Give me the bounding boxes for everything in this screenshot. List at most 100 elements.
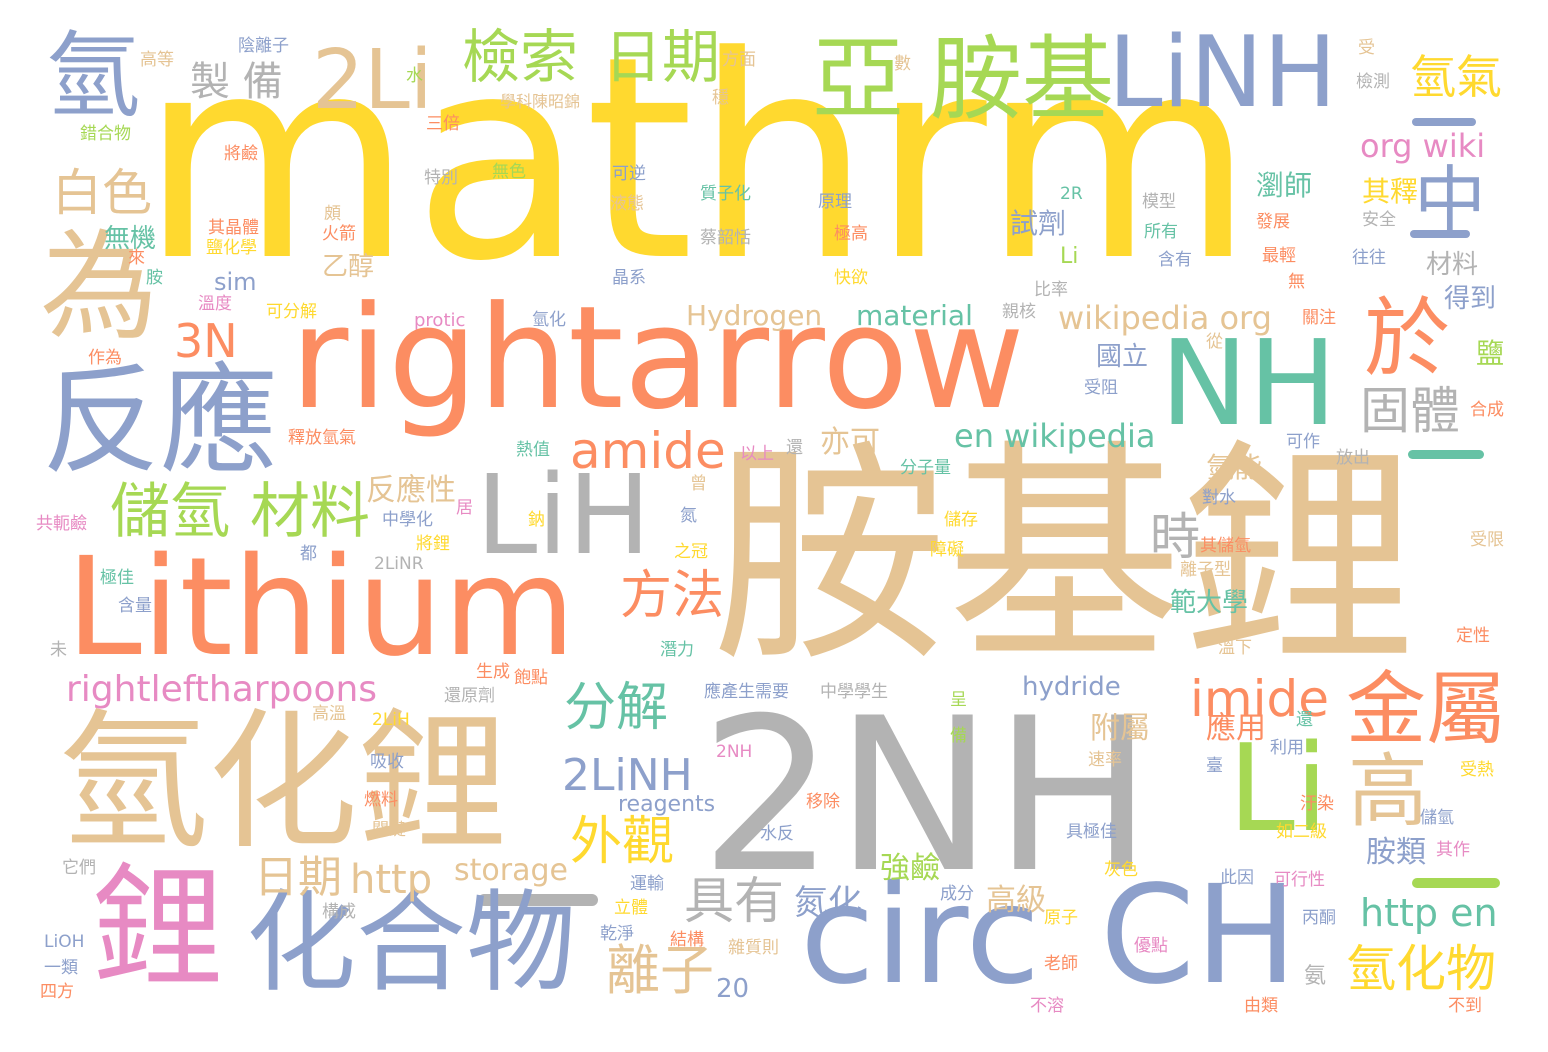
word-small: 速率 bbox=[1088, 750, 1122, 770]
word-qing-neng: 氫能 bbox=[1206, 451, 1263, 484]
word-small: 氨 bbox=[1304, 964, 1327, 989]
word-small: 離子型 bbox=[1180, 560, 1231, 580]
word-small: 往往 bbox=[1352, 248, 1386, 268]
word-rightleftharpoons: rightleftharpoons bbox=[66, 669, 378, 710]
word-fan-da-xue: 範大學 bbox=[1170, 588, 1249, 618]
word-small: 雜質則 bbox=[728, 938, 779, 958]
word-http-en: http en bbox=[1360, 891, 1498, 935]
word-small: 不到 bbox=[1448, 996, 1482, 1016]
word-small: 鈉 bbox=[528, 510, 545, 530]
word-small: Li bbox=[1060, 244, 1079, 269]
word-small: 四方 bbox=[40, 982, 74, 1002]
word-dan-hua: 氮化 bbox=[794, 883, 862, 923]
word-small: 可分解 bbox=[266, 302, 317, 322]
word-small: 液態 bbox=[610, 194, 644, 214]
word-small: 其儲氫 bbox=[1200, 536, 1251, 556]
word-small: 來 bbox=[128, 248, 145, 268]
word-small: 構成 bbox=[322, 902, 356, 922]
word-qing-hua-li: 氫化鋰 bbox=[58, 696, 509, 870]
word-small: 備 bbox=[950, 726, 967, 746]
word-gao-ji: 高級 bbox=[986, 883, 1046, 918]
word-small: 放出 bbox=[1336, 448, 1370, 468]
word-li-char: 鋰 bbox=[92, 851, 224, 1005]
word-linh: LiNH bbox=[1108, 16, 1337, 130]
word-small: 作為 bbox=[88, 348, 122, 368]
word-small: 火箭 bbox=[322, 224, 356, 244]
word-small: 晶系 bbox=[612, 268, 646, 288]
word-small: 移除 bbox=[806, 792, 840, 812]
word-cai-liao-2: 材料 bbox=[1426, 250, 1479, 280]
word-small: 檢測 bbox=[1356, 72, 1390, 92]
word-small: 一類 bbox=[44, 958, 78, 978]
word-small: 受熱 bbox=[1460, 760, 1494, 780]
word-de-dao: 得到 bbox=[1444, 284, 1497, 314]
word-yi-ke: 亦可 bbox=[820, 425, 880, 460]
word-small: 從 bbox=[1206, 332, 1223, 352]
word-org-wiki: org wiki bbox=[1360, 127, 1486, 165]
word-small: 頗 bbox=[324, 204, 341, 224]
word-an-lei: 胺類 bbox=[1366, 835, 1426, 870]
word-small: 無色 bbox=[492, 162, 526, 182]
underscore-bar bbox=[1412, 878, 1500, 888]
word-qing-qi: 氫氣 bbox=[1410, 50, 1502, 104]
word-fang-fa: 方法 bbox=[620, 566, 725, 626]
word-small: 如二級 bbox=[1276, 822, 1327, 842]
word-hu-ji-li: 胺基鋰 bbox=[712, 421, 1417, 694]
word-small: 方面 bbox=[722, 50, 756, 70]
word-small: 其晶體 bbox=[208, 218, 259, 238]
word-http: http bbox=[350, 857, 433, 903]
word-small: 臺 bbox=[1206, 756, 1223, 776]
word-ri-qi: 日期 bbox=[604, 23, 721, 91]
word-small: 最輕 bbox=[1262, 246, 1296, 266]
word-small: 呈 bbox=[950, 690, 967, 710]
word-small: 成分 bbox=[940, 884, 974, 904]
word-shi: 時 bbox=[1150, 508, 1200, 566]
word-small: 將鹼 bbox=[224, 144, 258, 164]
word-jin-shu: 金屬 bbox=[1346, 663, 1506, 756]
word-small: 燃料 bbox=[364, 790, 398, 810]
underscore-bar bbox=[1412, 118, 1476, 126]
word-shi-ji: 試劑 bbox=[1010, 207, 1067, 240]
word-small: 發展 bbox=[1256, 212, 1290, 232]
word-li-zi: 離子 bbox=[606, 939, 714, 1002]
word-small: 運輸 bbox=[630, 874, 664, 894]
word-small: 可逆 bbox=[612, 164, 646, 184]
word-small: 水反 bbox=[760, 824, 794, 844]
word-qi-shi: 其釋 bbox=[1362, 175, 1419, 208]
word-small: 胺 bbox=[146, 268, 163, 288]
word-small: 曾 bbox=[690, 474, 707, 494]
word-small: 汙染 bbox=[1300, 794, 1334, 814]
word-ri-qi-2: 日期 bbox=[254, 852, 342, 903]
word-liu-shi: 瀏師 bbox=[1256, 169, 1313, 202]
word-small: 障礙 bbox=[930, 540, 964, 560]
word-yan: 鹽 bbox=[1476, 337, 1505, 370]
word-an-ji: 胺基 bbox=[930, 26, 1115, 133]
word-small: 受阻 bbox=[1084, 378, 1118, 398]
word-reagents: reagents bbox=[618, 792, 716, 817]
underscore-bar bbox=[1408, 450, 1484, 459]
word-small: 無 bbox=[1288, 272, 1305, 292]
word-small: 由類 bbox=[1244, 996, 1278, 1016]
word-small: 特別 bbox=[424, 168, 458, 188]
word-small: 熱值 bbox=[516, 440, 550, 460]
word-small: 數 bbox=[894, 54, 911, 74]
word-small: 具極佳 bbox=[1066, 822, 1117, 842]
word-small: 還 bbox=[786, 438, 803, 458]
word-small: 合成 bbox=[1470, 400, 1504, 420]
word-small: 陰離子 bbox=[238, 36, 289, 56]
word-small: 它們 bbox=[62, 858, 96, 878]
word-small: 蔡韶恬 bbox=[700, 228, 751, 248]
word-small: 高溫 bbox=[312, 704, 346, 724]
word-guo-li: 國立 bbox=[1096, 342, 1149, 372]
word-hydride: hydride bbox=[1022, 672, 1121, 702]
word-small: 將鋰 bbox=[416, 534, 450, 554]
word-small: 三倍 bbox=[426, 114, 460, 134]
word-small: 未 bbox=[50, 640, 67, 660]
word-small: 受限 bbox=[1470, 530, 1504, 550]
word-cai-liao: 材料 bbox=[250, 477, 370, 547]
word-small: 2LiH bbox=[372, 710, 410, 730]
word-small: 潛力 bbox=[660, 640, 694, 660]
word-small: 穩 bbox=[712, 88, 729, 108]
word-small: 都 bbox=[300, 544, 317, 564]
word-small: 應產生需要 bbox=[704, 682, 789, 702]
